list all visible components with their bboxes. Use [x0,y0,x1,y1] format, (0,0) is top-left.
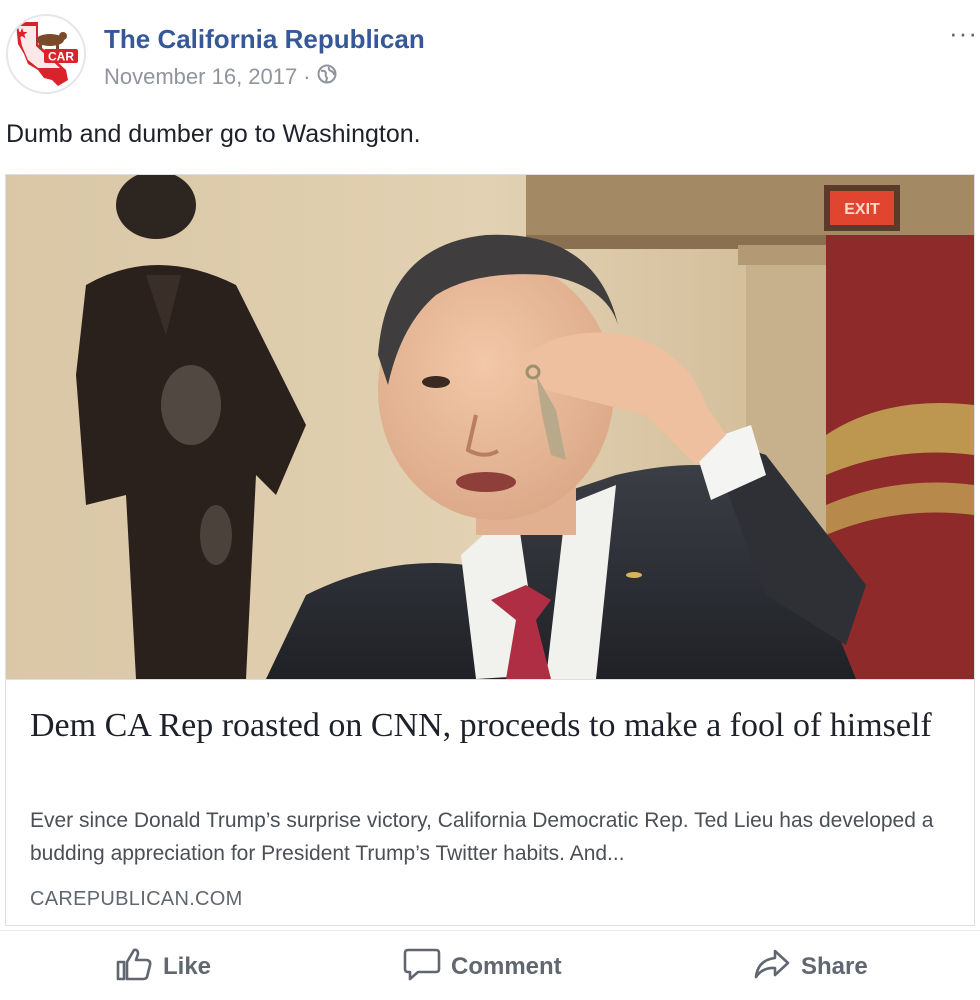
like-label: Like [163,953,212,980]
share-arrow-icon [753,946,791,989]
link-domain: CAREPUBLICAN.COM [30,888,243,910]
post-meta: November 16, 2017 · [104,64,337,90]
capitol-hallway-photo: EXIT [6,175,974,679]
page-name-link[interactable]: The California Republican [104,24,425,55]
link-title[interactable]: Dem CA Rep roasted on CNN, proceeds to m… [30,704,960,748]
california-flag-logo: CAR [16,22,78,86]
like-button[interactable]: Like [115,947,211,987]
globe-icon [317,64,337,90]
meta-separator: · [303,64,311,89]
link-preview-text[interactable]: Dem CA Rep roasted on CNN, proceeds to m… [6,679,974,925]
exit-sign-text: EXIT [844,201,880,218]
speech-bubble-icon [403,946,441,989]
post-message: Dumb and dumber go to Washington. [6,120,421,148]
link-preview-image[interactable]: EXIT [6,175,974,679]
comment-button[interactable]: Comment [403,947,562,987]
avatar-logo-text: CAR [48,50,74,64]
page-avatar[interactable]: CAR [6,14,86,94]
post-header: CAR The California Republican November 1… [0,0,980,110]
post-date[interactable]: November 16, 2017 [104,64,297,90]
comment-label: Comment [451,953,562,980]
share-button[interactable]: Share [753,947,868,987]
link-description: Ever since Donald Trump’s surprise victo… [30,809,934,865]
post-actions-bar: Like Comment Share [0,930,980,1000]
share-label: Share [801,953,868,980]
link-preview-card[interactable]: EXIT Dem CA Rep roasted on CNN, proceeds… [5,174,975,926]
thumbs-up-icon [115,946,153,989]
more-options-button[interactable]: ··· [949,18,978,49]
